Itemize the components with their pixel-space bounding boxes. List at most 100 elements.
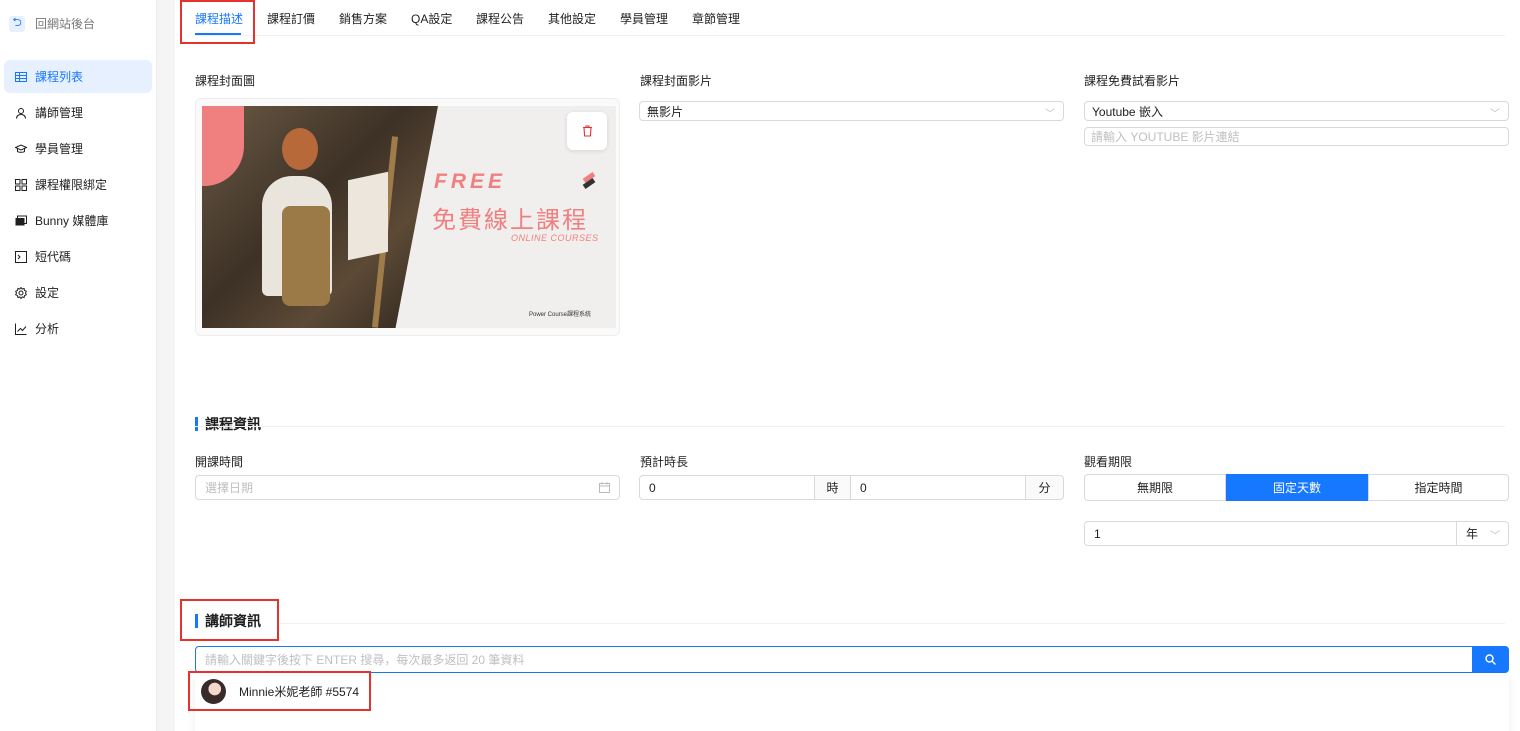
- hours-unit-addon: 時: [814, 475, 851, 500]
- calendar-icon: [599, 482, 610, 493]
- cover-image: FREE 免費線上課程 ONLINE COURSES Power Course課…: [202, 106, 616, 328]
- access-unit-value: 年: [1466, 527, 1479, 541]
- start-date-picker[interactable]: 選擇日期: [195, 475, 620, 500]
- sidebar-item-shortcode[interactable]: 短代碼: [4, 240, 152, 273]
- access-option-label: 固定天數: [1272, 481, 1321, 495]
- cover-footer-text: Power Course課程系統: [529, 312, 592, 318]
- teacher-name: Minnie米妮老師 #5574: [239, 685, 360, 699]
- tab-qa-settings[interactable]: QA設定: [411, 10, 452, 27]
- hours-unit: 時: [826, 481, 839, 495]
- tab-other-settings[interactable]: 其他設定: [548, 10, 596, 27]
- tab-student-management[interactable]: 學員管理: [620, 10, 668, 27]
- tab-bar: [195, 0, 1505, 36]
- teacher-search-results: [195, 676, 1509, 731]
- start-date-placeholder: 選擇日期: [205, 481, 254, 495]
- teacher-info-heading: 講師資訊: [195, 611, 261, 631]
- table-icon: [14, 70, 27, 83]
- cover-title-text: 免費線上課程: [432, 207, 588, 234]
- line-chart-icon: [14, 322, 27, 335]
- sidebar-item-label: 短代碼: [35, 250, 72, 264]
- tab-course-description[interactable]: 課程描述: [195, 10, 243, 27]
- access-option-unlimited[interactable]: 無期限: [1084, 474, 1226, 501]
- cover-video-label: 課程封面影片: [640, 74, 713, 88]
- access-unit-select[interactable]: 年 ﹀: [1456, 521, 1509, 546]
- cover-video-select[interactable]: 無影片 ﹀: [639, 101, 1064, 121]
- search-button[interactable]: [1472, 646, 1509, 673]
- tab-course-announcements[interactable]: 課程公告: [476, 10, 524, 27]
- chevron-down-icon: ﹀: [1045, 109, 1055, 120]
- media-library-icon: [14, 214, 27, 227]
- sidebar-item-bunny-library[interactable]: Bunny 媒體庫: [4, 204, 152, 237]
- sidebar-item-access-binding[interactable]: 課程權限綁定: [4, 168, 152, 201]
- access-option-label: 指定時間: [1414, 481, 1463, 495]
- teacher-result-item[interactable]: Minnie米妮老師 #5574: [201, 679, 359, 704]
- sidebar-item-label: 講師管理: [35, 106, 84, 120]
- delete-cover-button[interactable]: [567, 112, 607, 150]
- course-info-title: 課程資訊: [205, 416, 261, 432]
- duration-hours-value: 0: [649, 480, 656, 495]
- sidebar-item-course-list[interactable]: 課程列表: [4, 60, 152, 93]
- apps-icon: [14, 178, 27, 191]
- duration-hours-input[interactable]: 0: [639, 475, 815, 500]
- back-arrow-icon: ⮌: [9, 15, 25, 32]
- teacher-search-placeholder: 請輸入關鍵字後按下 ENTER 搜尋，每次最多返回 20 筆資料: [205, 653, 525, 667]
- sidebar-item-label: Bunny 媒體庫: [35, 214, 109, 228]
- access-option-specific-time[interactable]: 指定時間: [1368, 474, 1509, 501]
- sidebar-item-students[interactable]: 學員管理: [4, 132, 152, 165]
- cover-photo: [202, 106, 438, 328]
- duration-minutes-input[interactable]: 0: [850, 475, 1026, 500]
- trash-icon: [582, 125, 592, 137]
- access-amount-value: 1: [1094, 526, 1101, 541]
- minutes-unit: 分: [1038, 481, 1051, 495]
- teacher-info-title: 講師資訊: [205, 613, 261, 629]
- section-bar: [195, 614, 198, 628]
- sidebar: ⮌ 回網站後台 課程列表 講師管理 學員管理 課程權限綁定 Bunny 媒體庫 …: [0, 0, 157, 731]
- tab-course-pricing[interactable]: 課程訂價: [267, 10, 315, 27]
- trial-video-select[interactable]: Youtube 嵌入 ﹀: [1084, 101, 1509, 121]
- duration-minutes-value: 0: [860, 480, 867, 495]
- brand-logo-icon: [582, 172, 596, 189]
- code-icon: [14, 250, 27, 263]
- trial-video-label: 課程免費試看影片: [1084, 74, 1181, 88]
- sidebar-item-label: 學員管理: [35, 142, 84, 156]
- trial-video-value: Youtube 嵌入: [1092, 104, 1163, 119]
- access-option-label: 無期限: [1136, 481, 1173, 495]
- sidebar-item-settings[interactable]: 設定: [4, 276, 152, 309]
- back-to-site-link[interactable]: ⮌ 回網站後台: [9, 15, 95, 32]
- duration-label: 預計時長: [640, 455, 689, 469]
- cover-free-text: FREE: [434, 170, 507, 193]
- graduation-cap-icon: [14, 142, 27, 155]
- youtube-url-placeholder: 請輸入 YOUTUBE 影片連結: [1091, 130, 1240, 144]
- layout-gutter: [157, 0, 175, 731]
- active-tab-indicator: [195, 33, 241, 35]
- cover-image-label: 課程封面圖: [195, 74, 256, 88]
- cover-image-uploader[interactable]: FREE 免費線上課程 ONLINE COURSES Power Course課…: [195, 98, 620, 336]
- access-option-fixed-days[interactable]: 固定天數: [1226, 474, 1368, 501]
- minutes-unit-addon: 分: [1025, 475, 1064, 500]
- sidebar-item-label: 課程權限綁定: [35, 178, 108, 192]
- course-info-heading: 課程資訊: [195, 414, 261, 434]
- tab-chapter-management[interactable]: 章節管理: [692, 10, 740, 27]
- tab-sales-plans[interactable]: 銷售方案: [339, 10, 387, 27]
- access-period-label: 觀看期限: [1084, 455, 1133, 469]
- chevron-down-icon: ﹀: [1490, 531, 1500, 542]
- user-icon: [14, 106, 27, 119]
- cover-video-value: 無影片: [647, 104, 684, 119]
- section-divider: [280, 623, 1505, 624]
- chevron-down-icon: ﹀: [1490, 109, 1500, 120]
- gear-icon: [14, 286, 27, 299]
- section-divider: [195, 426, 1505, 427]
- sidebar-item-label: 課程列表: [35, 70, 84, 84]
- back-link-label: 回網站後台: [35, 17, 96, 31]
- access-amount-input[interactable]: 1: [1084, 521, 1457, 546]
- sidebar-item-label: 設定: [35, 286, 60, 300]
- search-icon: [1485, 654, 1496, 665]
- teacher-search-input[interactable]: 請輸入關鍵字後按下 ENTER 搜尋，每次最多返回 20 筆資料: [195, 646, 1473, 673]
- youtube-url-input[interactable]: 請輸入 YOUTUBE 影片連結: [1084, 127, 1509, 146]
- sidebar-item-analytics[interactable]: 分析: [4, 312, 152, 345]
- section-bar: [195, 417, 198, 431]
- cover-subtitle-text: ONLINE COURSES: [511, 233, 599, 243]
- sidebar-item-teachers[interactable]: 講師管理: [4, 96, 152, 129]
- start-time-label: 開課時間: [195, 455, 244, 469]
- sidebar-item-label: 分析: [35, 322, 60, 336]
